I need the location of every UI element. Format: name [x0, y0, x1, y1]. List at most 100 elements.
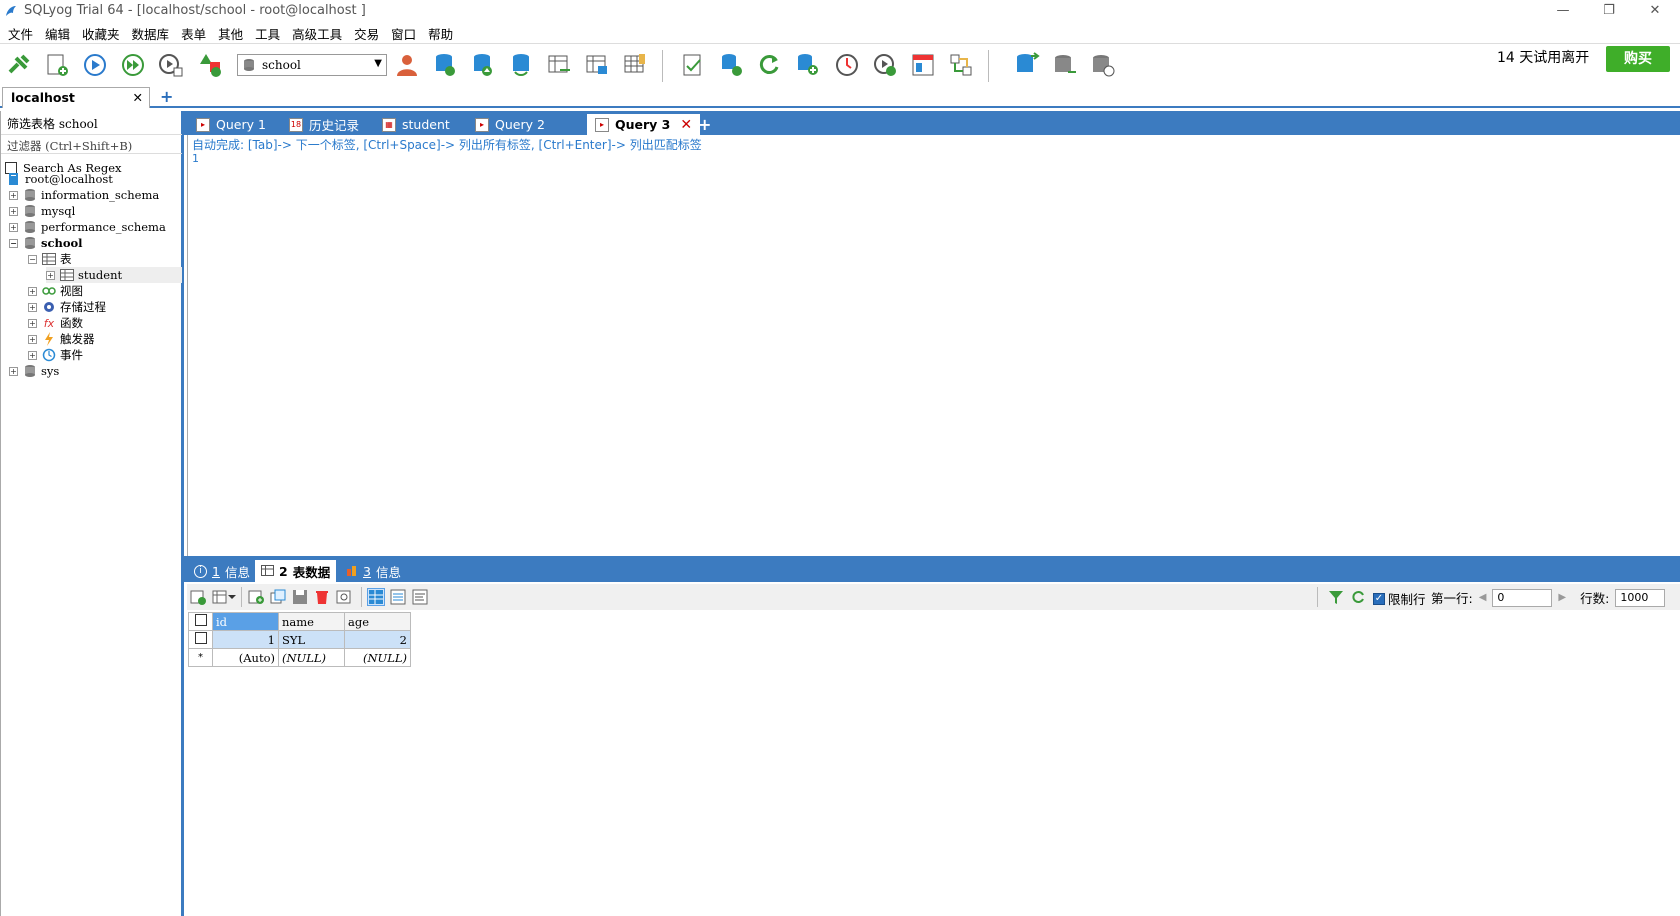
new-query-icon[interactable] [42, 50, 72, 80]
row-checkbox[interactable] [188, 630, 213, 649]
tab-query-2[interactable]: ▸ Query 2 [467, 114, 553, 135]
tree-database-sys[interactable]: + sys [9, 363, 59, 379]
next-page-icon[interactable]: ▶ [1558, 592, 1566, 603]
refresh-icon[interactable] [754, 50, 784, 80]
tree-database-school[interactable]: − school [9, 235, 83, 251]
new-connection-icon[interactable] [4, 50, 34, 80]
scheduler-clock-icon[interactable] [832, 50, 862, 80]
menu-transaction[interactable]: 交易 [350, 22, 387, 42]
menu-table[interactable]: 表单 [177, 22, 214, 42]
text-view-icon[interactable] [411, 588, 429, 606]
execute-query-icon[interactable] [80, 50, 110, 80]
form-view-icon[interactable] [389, 588, 407, 606]
expand-icon[interactable]: + [9, 206, 18, 216]
cell-name[interactable]: (NULL) [278, 648, 345, 667]
restore-database-icon[interactable] [468, 50, 498, 80]
chevron-down-icon[interactable] [227, 588, 237, 606]
menu-help[interactable]: 帮助 [424, 22, 461, 42]
tab-result-info-3[interactable]: 3 信息 [340, 560, 407, 582]
insert-row-icon[interactable] [189, 588, 207, 606]
tab-result-table-data[interactable]: 2 表数据 [255, 560, 337, 582]
close-icon[interactable]: ✕ [133, 90, 143, 105]
tab-student[interactable]: ▦ student [374, 114, 458, 135]
filter-icon[interactable] [1327, 588, 1345, 606]
import-table-icon[interactable] [544, 50, 574, 80]
duplicate-row-icon[interactable] [269, 588, 287, 606]
close-window-button[interactable]: ✕ [1632, 0, 1678, 22]
visual-data-compare-icon[interactable] [946, 50, 976, 80]
sync-database-icon[interactable] [506, 50, 536, 80]
tab-history[interactable]: 18 历史记录 [281, 114, 367, 135]
tree-folder-events[interactable]: + 事件 [28, 347, 83, 363]
connection-tab-localhost[interactable]: localhost ✕ [2, 87, 150, 108]
menu-other[interactable]: 其他 [214, 22, 251, 42]
tab-query-1[interactable]: ▸ Query 1 [188, 114, 274, 135]
menu-favorites[interactable]: 收藏夹 [78, 22, 128, 42]
filter-value[interactable]: school [59, 117, 98, 131]
tab-query-3[interactable]: ▸ Query 3 ✕ [587, 114, 701, 135]
cell-id[interactable]: (Auto) [212, 648, 279, 667]
filter-input[interactable]: 过滤器 (Ctrl+Shift+B) [1, 134, 182, 154]
tree-folder-functions[interactable]: + fx 函数 [28, 315, 83, 331]
menu-database[interactable]: 数据库 [128, 22, 178, 42]
menu-window[interactable]: 窗口 [387, 22, 424, 42]
menu-file[interactable]: 文件 [4, 22, 41, 42]
tree-database-information-schema[interactable]: + information_schema [9, 187, 159, 203]
grid-view-icon[interactable] [367, 588, 385, 606]
db-transfer-icon[interactable] [1050, 50, 1080, 80]
buy-button[interactable]: 购买 [1606, 46, 1670, 72]
select-all-checkbox[interactable] [188, 612, 213, 631]
minimize-button[interactable]: — [1540, 0, 1586, 22]
expand-icon[interactable]: + [28, 334, 37, 344]
refresh-grid-icon[interactable] [335, 588, 353, 606]
execute-edit-icon[interactable] [156, 50, 186, 80]
menu-edit[interactable]: 编辑 [41, 22, 78, 42]
restore-button[interactable]: ❐ [1586, 0, 1632, 22]
execute-all-icon[interactable] [118, 50, 148, 80]
tree-root-connection[interactable]: root@localhost [7, 171, 113, 187]
reset-filter-icon[interactable] [1349, 588, 1367, 606]
database-select[interactable]: school ▼ [237, 54, 387, 76]
tree-folder-views[interactable]: + 视图 [28, 283, 83, 299]
table-data-icon[interactable] [620, 50, 650, 80]
collapse-icon[interactable]: − [9, 238, 18, 248]
cell-age[interactable]: 2 [344, 630, 411, 649]
add-database-icon[interactable] [792, 50, 822, 80]
expand-icon[interactable]: + [28, 318, 37, 328]
add-query-tab-button[interactable]: + [690, 114, 719, 135]
expand-icon[interactable]: + [9, 222, 18, 232]
tree-folder-tables[interactable]: − 表 [28, 251, 72, 267]
first-row-input[interactable]: 0 [1492, 588, 1553, 607]
tab-result-info-1[interactable]: i 1 信息 [188, 560, 256, 582]
limit-rows-option[interactable]: ✓ 限制行 [1373, 589, 1426, 608]
query-builder-icon[interactable] [678, 50, 708, 80]
db-migrate-icon[interactable] [1088, 50, 1118, 80]
tree-database-mysql[interactable]: + mysql [9, 203, 75, 219]
new-row[interactable]: * (Auto) (NULL) (NULL) [188, 648, 411, 667]
db-sync-icon[interactable] [1012, 50, 1042, 80]
schema-designer-icon[interactable] [196, 50, 226, 80]
limit-rows-checkbox[interactable]: ✓ [1373, 592, 1385, 605]
row-count-input[interactable]: 1000 [1615, 588, 1666, 607]
delete-icon[interactable] [313, 588, 331, 606]
tree-table-student[interactable]: + student [46, 267, 182, 283]
expand-icon[interactable]: + [9, 366, 18, 376]
tree-database-performance-schema[interactable]: + performance_schema [9, 219, 166, 235]
collapse-icon[interactable]: − [28, 254, 37, 264]
add-connection-button[interactable]: + [160, 87, 173, 106]
column-header-name[interactable]: name [278, 612, 345, 631]
run-job-icon[interactable] [870, 50, 900, 80]
expand-icon[interactable]: + [28, 302, 37, 312]
column-header-age[interactable]: age [344, 612, 411, 631]
column-header-id[interactable]: id [212, 612, 279, 631]
schema-compare-icon[interactable] [908, 50, 938, 80]
table-row[interactable]: 1 SYL 2 [188, 630, 411, 649]
sql-editor[interactable]: 自动完成: [Tab]-> 下一个标签, [Ctrl+Space]-> 列出所有… [187, 135, 1680, 556]
expand-icon[interactable]: + [46, 270, 55, 280]
tree-folder-procedures[interactable]: + 存储过程 [28, 299, 106, 315]
cell-age[interactable]: (NULL) [344, 648, 411, 667]
expand-icon[interactable]: + [28, 286, 37, 296]
tree-folder-triggers[interactable]: + 触发器 [28, 331, 95, 347]
save-icon[interactable] [291, 588, 309, 606]
previous-page-icon[interactable]: ◀ [1479, 592, 1487, 603]
